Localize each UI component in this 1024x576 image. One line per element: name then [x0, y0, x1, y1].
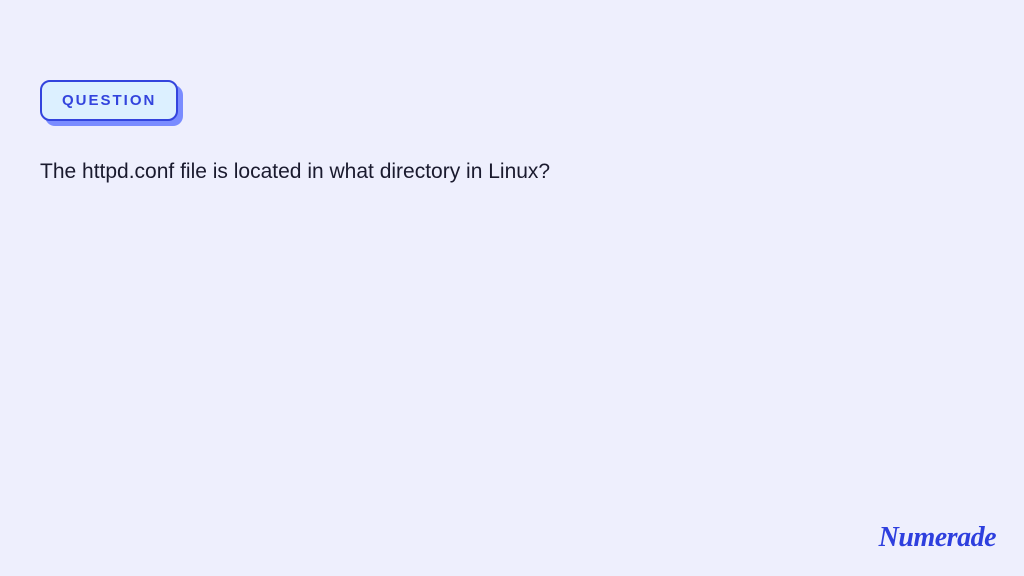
question-badge: QUESTION	[40, 80, 178, 121]
brand-logo: Numerade	[879, 522, 996, 554]
question-badge-wrapper: QUESTION	[40, 80, 178, 121]
content-area: QUESTION The httpd.conf file is located …	[0, 0, 1024, 226]
question-text: The httpd.conf file is located in what d…	[40, 157, 984, 186]
